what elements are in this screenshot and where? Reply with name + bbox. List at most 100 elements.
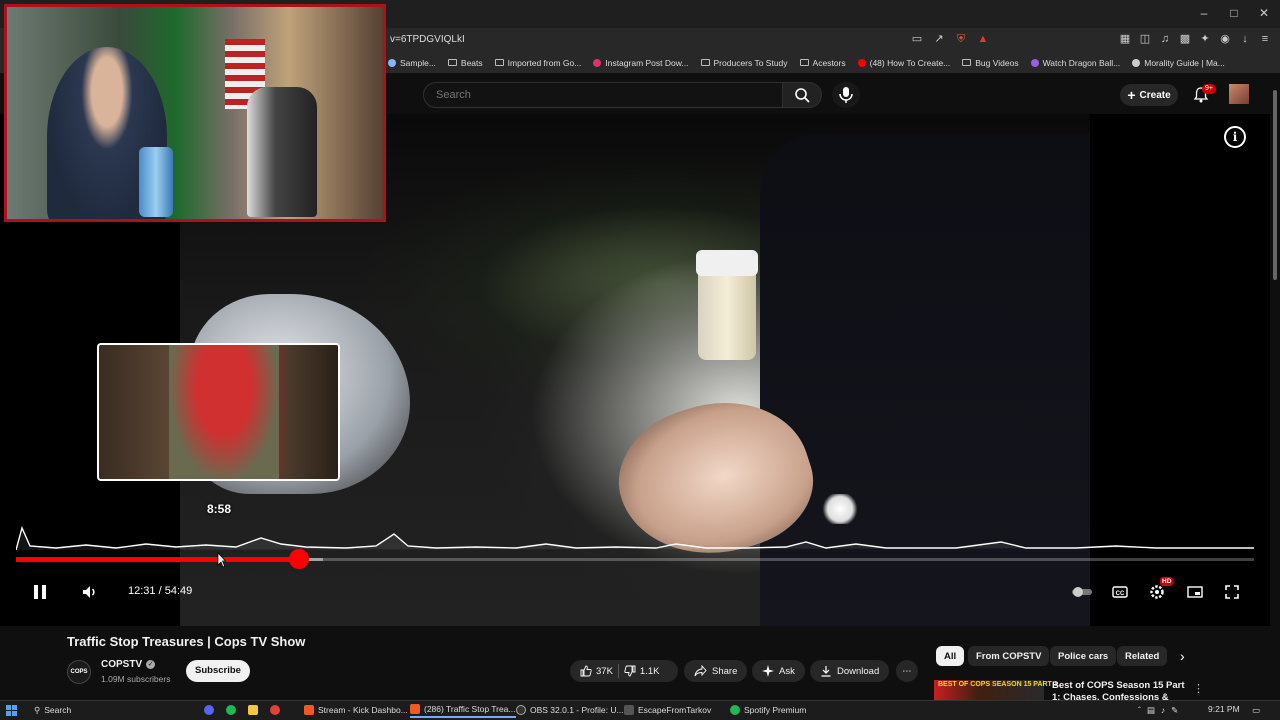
taskbar-item[interactable]: Spotify Premium xyxy=(730,702,806,718)
bookmark-item[interactable]: Sample... xyxy=(388,58,436,68)
bookmark-item[interactable]: Imported from Go... xyxy=(494,58,581,68)
menu-icon[interactable]: ≡ xyxy=(1258,32,1272,46)
search-icon xyxy=(795,88,810,103)
vpn-icon[interactable]: ◉ xyxy=(1218,32,1232,46)
minimize-icon[interactable]: – xyxy=(1197,6,1211,20)
download-button[interactable]: Download xyxy=(810,660,890,682)
like-button[interactable]: 37K xyxy=(580,665,613,677)
chevron-right-icon[interactable]: › xyxy=(1180,648,1185,664)
folder-icon xyxy=(700,59,710,66)
extensions-icon[interactable]: ▦ xyxy=(1118,32,1132,46)
brave-shield-icon[interactable]: ⛨ xyxy=(954,32,968,46)
close-icon[interactable]: ✕ xyxy=(1257,6,1271,20)
cast-icon[interactable]: ▭ xyxy=(910,32,924,46)
chevron-up-icon[interactable]: ˆ xyxy=(1138,705,1141,715)
download-icon[interactable]: ↓ xyxy=(1238,32,1252,46)
url-text[interactable]: v=6TPDGVIQLkI xyxy=(390,34,465,45)
voice-search-button[interactable] xyxy=(832,82,860,108)
taskbar-item[interactable]: (286) Traffic Stop Trea... xyxy=(410,702,516,718)
time-display: 12:31 / 54:49 xyxy=(128,585,192,597)
brave-rewards-icon[interactable]: ▲ xyxy=(976,32,990,46)
chip-all[interactable]: All xyxy=(936,646,965,666)
recommendation-title[interactable]: Best of COPS Season 15 Part 1: Chases, C… xyxy=(1052,680,1188,700)
search-input[interactable] xyxy=(424,83,782,107)
video-title: Traffic Stop Treasures | Cops TV Show xyxy=(67,634,306,649)
search-icon: ⚲ xyxy=(34,704,41,715)
chip-from-copstv[interactable]: From COPSTV xyxy=(968,646,1050,666)
chip-police-cars[interactable]: Police cars xyxy=(1050,646,1117,666)
miniplayer-button[interactable] xyxy=(1184,581,1206,603)
share-icon xyxy=(694,665,707,677)
duration: 54:49 xyxy=(164,585,193,597)
autoplay-toggle[interactable] xyxy=(1070,581,1094,603)
webcam-chair xyxy=(247,87,317,217)
spotify-icon xyxy=(730,705,740,715)
discord-icon[interactable] xyxy=(204,705,214,715)
ask-button[interactable]: Ask xyxy=(752,660,805,682)
sidebar-icon[interactable]: ◫ xyxy=(1138,32,1152,46)
dislike-button[interactable]: 1.1K xyxy=(624,665,659,677)
music-icon[interactable]: ♫ xyxy=(1158,32,1172,46)
taskbar-clock[interactable]: 9:21 PM xyxy=(1208,704,1240,714)
more-vertical-icon[interactable]: ⋮ xyxy=(1193,682,1204,695)
taskbar-item[interactable]: OBS 32.0.1 - Profile: U... xyxy=(516,702,624,718)
seek-preview-time: 8:58 xyxy=(206,502,232,516)
site-icon xyxy=(1132,58,1141,67)
wallet-icon[interactable]: ▩ xyxy=(1178,32,1192,46)
bookmark-item[interactable]: Watch Dragon Ball... xyxy=(1030,58,1120,68)
bookmark-item[interactable]: Acestors xyxy=(799,58,846,68)
channel-name[interactable]: COPSTV xyxy=(101,659,142,670)
bookmark-item[interactable]: Producers To Study xyxy=(700,58,788,68)
channel-avatar[interactable]: COPS xyxy=(67,660,91,684)
leo-ai-icon[interactable]: ✦ xyxy=(1198,32,1212,46)
bookmark-item[interactable]: Morality Guide | Ma... xyxy=(1132,58,1225,68)
seek-preview-thumbnail xyxy=(97,343,340,481)
webcam-cup xyxy=(139,147,173,217)
share-page-icon[interactable]: ↗ xyxy=(932,32,946,46)
progress-scrubber-handle[interactable] xyxy=(288,549,309,569)
bookmark-item[interactable]: Instagram Post Dow... xyxy=(593,58,689,68)
hd-badge: HD xyxy=(1160,577,1174,586)
fullscreen-button[interactable] xyxy=(1221,581,1243,603)
site-icon xyxy=(1030,58,1039,67)
more-actions-button[interactable]: ⋯ xyxy=(896,660,918,682)
network-icon[interactable]: ▤ xyxy=(1147,705,1155,716)
autoplay-toggle-icon xyxy=(1072,587,1092,597)
avatar[interactable] xyxy=(1229,84,1249,104)
volume-button[interactable] xyxy=(79,581,101,603)
windows-icon xyxy=(6,704,17,716)
search-button[interactable] xyxy=(782,82,822,108)
mouse-cursor-icon xyxy=(217,552,226,568)
file-explorer-icon[interactable] xyxy=(248,705,258,715)
brave-icon xyxy=(304,705,314,715)
scrollbar-thumb[interactable] xyxy=(1273,90,1277,280)
notification-center-icon[interactable]: ▭ xyxy=(1252,702,1260,718)
microphone-icon xyxy=(839,87,853,103)
game-icon xyxy=(624,705,634,715)
taskbar-item[interactable]: EscapeFromTarkov xyxy=(624,702,711,718)
toolbar-icons: ▦ ◫ ♫ ▩ ✦ ◉ ↓ ≡ xyxy=(1118,32,1272,46)
channel-name-row[interactable]: COPSTV ✓ xyxy=(101,659,156,670)
spotify-icon[interactable] xyxy=(226,705,236,715)
subscribe-button[interactable]: Subscribe xyxy=(186,660,250,682)
chrome-icon[interactable] xyxy=(270,705,280,715)
captions-button[interactable]: CC xyxy=(1109,581,1131,603)
chip-related[interactable]: Related xyxy=(1117,646,1168,666)
bookmark-item[interactable]: (48) How To Create... xyxy=(857,58,950,68)
maximize-icon[interactable]: □ xyxy=(1227,6,1241,20)
pen-icon[interactable]: ✎ xyxy=(1171,705,1178,716)
share-button[interactable]: Share xyxy=(684,660,748,682)
start-button[interactable] xyxy=(6,702,17,718)
info-icon[interactable]: i xyxy=(1224,126,1246,148)
preview-content xyxy=(169,345,279,479)
bookmark-item[interactable]: Bug Videos xyxy=(962,58,1019,68)
pause-button[interactable] xyxy=(29,581,51,603)
taskbar-search[interactable]: ⚲ Search xyxy=(34,702,71,718)
folder-icon xyxy=(447,59,457,66)
captions-icon: CC xyxy=(1112,586,1128,598)
create-button[interactable]: + Create xyxy=(1120,84,1178,106)
bookmark-item[interactable]: Beats xyxy=(447,58,483,68)
taskbar-item[interactable]: Stream - Kick Dashbo... xyxy=(304,702,408,718)
volume-icon[interactable]: ♪ xyxy=(1161,705,1165,715)
search-box[interactable] xyxy=(423,82,783,108)
